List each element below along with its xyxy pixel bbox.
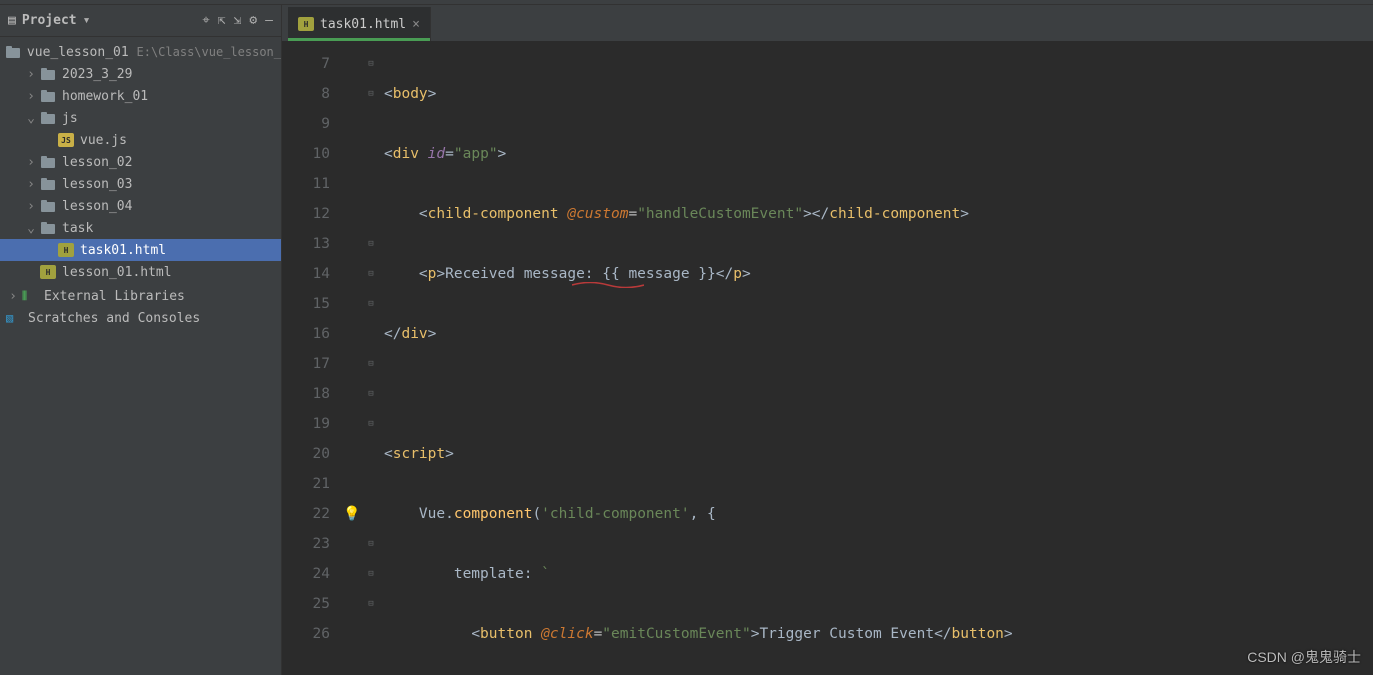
chevron-right-icon[interactable]: ›	[24, 155, 38, 170]
tree-label: vue.js	[80, 133, 127, 148]
project-sidebar: ▤ Project ▾ ⌖ ⇱ ⇲ ⚙ — vue_lesson_01 E:\C…	[0, 5, 282, 675]
tree-label: homework_01	[62, 89, 148, 104]
tree-label: lesson_01.html	[62, 265, 172, 280]
chevron-down-icon[interactable]: ⌄	[24, 221, 38, 236]
tree-label: task	[62, 221, 93, 236]
html-file-icon: H	[40, 265, 56, 279]
html-file-icon: H	[58, 243, 74, 257]
tree-item-lesson_02[interactable]: › lesson_02	[0, 151, 281, 173]
tab-task01[interactable]: H task01.html ×	[288, 7, 431, 41]
js-file-icon: JS	[58, 133, 74, 147]
code-content[interactable]: <body> <div id="app"> <child-component @…	[380, 41, 1373, 675]
tree-item-2023_3_29[interactable]: › 2023_3_29	[0, 63, 281, 85]
tree-label: js	[62, 111, 78, 126]
folder-icon	[40, 155, 56, 169]
scratch-icon: ▧	[6, 311, 22, 325]
project-tree[interactable]: vue_lesson_01 E:\Class\vue_lesson_ › 2023…	[0, 37, 281, 675]
tree-label: lesson_02	[62, 155, 132, 170]
collapse-icon[interactable]: ⇲	[234, 13, 242, 28]
folder-icon	[40, 199, 56, 213]
project-icon: ▤	[8, 13, 16, 28]
marker-column: 💡	[342, 41, 362, 675]
chevron-right-icon[interactable]: ›	[24, 177, 38, 192]
chevron-down-icon[interactable]: ⌄	[24, 111, 38, 126]
chevron-right-icon[interactable]: ›	[24, 89, 38, 104]
gear-icon[interactable]: ⚙	[249, 13, 257, 28]
tree-item-task01-html[interactable]: ·Htask01.html	[0, 239, 281, 261]
folder-icon	[6, 45, 21, 59]
scratches-consoles[interactable]: ▧ Scratches and Consoles	[0, 307, 281, 329]
tree-item-vue-js[interactable]: ·JSvue.js	[0, 129, 281, 151]
tree-item-js[interactable]: ⌄ js	[0, 107, 281, 129]
tree-label: lesson_03	[62, 177, 132, 192]
folder-icon	[40, 177, 56, 191]
code-editor[interactable]: 7891011121314151617181920212223242526 💡 …	[282, 41, 1373, 675]
folder-icon	[40, 67, 56, 81]
tree-item-lesson_04[interactable]: › lesson_04	[0, 195, 281, 217]
html-file-icon: H	[298, 17, 314, 31]
tree-item-lesson_03[interactable]: › lesson_03	[0, 173, 281, 195]
tree-item-homework_01[interactable]: › homework_01	[0, 85, 281, 107]
watermark: CSDN @鬼鬼骑士	[1247, 647, 1361, 667]
tree-item-task[interactable]: ⌄ task	[0, 217, 281, 239]
tree-item-lesson_01-html[interactable]: ·Hlesson_01.html	[0, 261, 281, 283]
folder-icon	[40, 89, 56, 103]
external-libraries[interactable]: › ⫴ External Libraries	[0, 285, 281, 307]
tree-label: task01.html	[80, 243, 166, 258]
project-title: Project	[22, 13, 77, 28]
intention-bulb-icon[interactable]: 💡	[343, 499, 360, 529]
editor-tabs: H task01.html ×	[282, 5, 1373, 41]
folder-icon	[40, 221, 56, 235]
close-icon[interactable]: ×	[412, 17, 420, 32]
editor-area: H task01.html × 789101112131415161718192…	[282, 5, 1373, 675]
tree-root[interactable]: vue_lesson_01 E:\Class\vue_lesson_	[0, 41, 281, 63]
line-gutter: 7891011121314151617181920212223242526	[282, 41, 342, 675]
hide-icon[interactable]: —	[265, 13, 273, 28]
select-opened-icon[interactable]: ⌖	[202, 13, 209, 28]
chevron-right-icon[interactable]: ›	[24, 67, 38, 82]
dropdown-icon[interactable]: ▾	[83, 13, 91, 28]
chevron-right-icon[interactable]: ›	[24, 199, 38, 214]
project-panel-header: ▤ Project ▾ ⌖ ⇱ ⇲ ⚙ —	[0, 5, 281, 37]
expand-icon[interactable]: ⇱	[218, 13, 226, 28]
library-icon: ⫴	[22, 289, 38, 304]
folder-icon	[40, 111, 56, 125]
chevron-right-icon: ›	[6, 289, 20, 304]
fold-column: ⊟⊟⊟⊟⊟⊟⊟⊟⊟⊟⊟	[362, 41, 380, 675]
tree-label: 2023_3_29	[62, 67, 132, 82]
tree-label: lesson_04	[62, 199, 132, 214]
tab-label: task01.html	[320, 17, 406, 32]
